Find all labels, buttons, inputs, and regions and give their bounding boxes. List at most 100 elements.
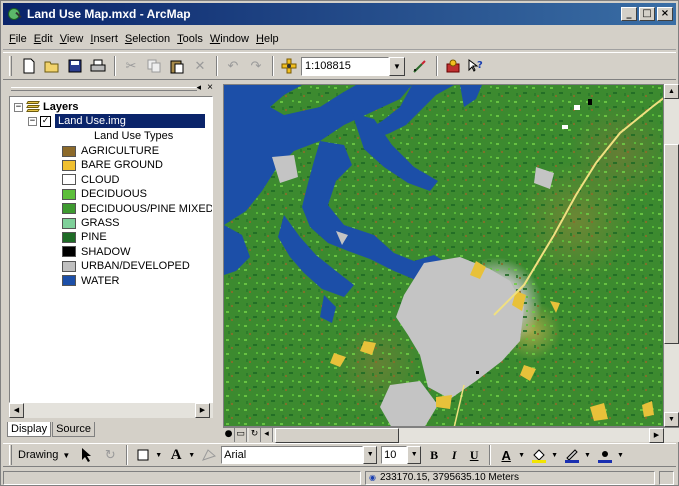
map-horizontal-scrollbar[interactable]: ● ▭ ↻ ◂ ▶ [223,427,679,443]
undo-icon[interactable]: ↶ [222,55,244,77]
resize-grip[interactable] [659,471,674,485]
menu-selection[interactable]: Selection [125,33,170,45]
legend-item[interactable]: DECIDUOUS/PINE MIXED [62,202,212,216]
map-display[interactable] [223,84,664,427]
menu-tools[interactable]: Tools [177,33,203,45]
toc-title-bar[interactable]: ◂ × [7,82,217,96]
save-icon[interactable] [64,55,86,77]
legend-swatch[interactable] [62,275,76,287]
menu-help[interactable]: Help [256,33,279,45]
menu-window[interactable]: Window [210,33,249,45]
legend-swatch[interactable] [62,159,76,171]
legend-swatch[interactable] [62,203,76,215]
marker-color-dropdown-icon[interactable]: ▼ [617,452,624,459]
scroll-down-icon[interactable]: ▼ [664,412,679,427]
toolbar-grip[interactable] [9,445,12,465]
menu-edit[interactable]: Edit [34,33,53,45]
legend-item[interactable]: AGRICULTURE [62,144,159,158]
whats-this-icon[interactable]: ? [465,55,487,77]
scroll-thumb[interactable] [664,144,679,344]
scroll-right-icon[interactable]: ▶ [195,403,210,418]
font-size-input[interactable]: 10 [381,446,408,464]
new-icon[interactable] [18,55,40,77]
legend-swatch[interactable] [62,217,76,229]
menu-insert[interactable]: Insert [90,33,118,45]
refresh-view-icon[interactable]: ↻ [249,428,261,442]
map-vertical-scrollbar[interactable]: ▲ ▼ [664,84,679,427]
redo-icon[interactable]: ↷ [245,55,267,77]
marker-color-icon[interactable] [594,444,616,466]
copy-icon[interactable] [143,55,165,77]
tab-display[interactable]: Display [7,422,52,437]
fill-color-dropdown-icon[interactable]: ▼ [551,452,558,459]
layer-name[interactable]: Land Use.img [55,114,205,128]
delete-icon[interactable]: ✕ [189,55,211,77]
line-color-icon[interactable] [561,444,583,466]
layer-visibility-checkbox[interactable]: ✓ [40,115,51,127]
legend-swatch[interactable] [62,174,76,186]
minimize-button[interactable]: _ [621,7,637,21]
rotate-icon[interactable]: ↻ [99,444,121,466]
font-size-dropdown-icon[interactable]: ▼ [407,446,422,464]
text-tool-icon[interactable]: A [165,444,187,466]
legend-item[interactable]: SHADOW [62,245,131,259]
underline-button[interactable]: U [465,445,483,465]
font-name-dropdown-icon[interactable]: ▼ [363,446,378,464]
legend-swatch[interactable] [62,231,76,243]
edit-vertices-icon[interactable] [198,444,220,466]
scroll-up-icon[interactable]: ▲ [664,84,679,99]
legend-item[interactable]: DECIDUOUS [62,187,147,201]
collapse-icon[interactable]: − [28,116,37,126]
font-color-icon[interactable]: A [495,444,517,466]
legend-item[interactable]: URBAN/DEVELOPED [62,259,190,273]
legend-item[interactable]: PINE [62,230,107,244]
rectangle-icon[interactable] [132,444,154,466]
paste-icon[interactable] [166,55,188,77]
editor-icon[interactable] [409,55,431,77]
add-data-icon[interactable] [278,55,300,77]
legend-item[interactable]: WATER [62,274,120,288]
maximize-button[interactable]: □ [639,7,655,21]
legend-swatch[interactable] [62,188,76,200]
toc-autohide-icon[interactable]: ◂ [196,82,201,93]
map-scale-input[interactable]: 1:108815 [301,56,389,76]
menu-view[interactable]: View [60,33,84,45]
scale-dropdown-icon[interactable]: ▼ [389,56,405,76]
text-dropdown-icon[interactable]: ▼ [188,452,195,459]
pause-draw-icon[interactable]: ◂ [261,428,273,442]
layout-view-icon[interactable]: ▭ [235,428,247,442]
cut-icon[interactable]: ✂ [120,55,142,77]
bold-button[interactable]: B [425,445,443,465]
line-color-dropdown-icon[interactable]: ▼ [584,452,591,459]
legend-swatch[interactable] [62,246,76,258]
arctoolbox-icon[interactable] [442,55,464,77]
legend-swatch[interactable] [62,260,76,272]
font-color-dropdown-icon[interactable]: ▼ [518,452,525,459]
toolbar-grip[interactable] [9,56,12,76]
title-bar[interactable]: Land Use Map.mxd - ArcMap _ □ × [3,3,676,25]
legend-item[interactable]: CLOUD [62,173,120,187]
legend-swatch[interactable] [62,145,76,157]
fill-color-icon[interactable] [528,444,550,466]
collapse-icon[interactable]: − [14,102,23,112]
font-name-input[interactable]: Arial [221,446,364,464]
open-icon[interactable] [41,55,63,77]
legend-item[interactable]: BARE GROUND [62,158,163,172]
rectangle-dropdown-icon[interactable]: ▼ [155,452,162,459]
toc-close-icon[interactable]: × [207,82,213,93]
scroll-left-icon[interactable]: ◀ [9,403,24,418]
close-button[interactable]: × [657,7,673,21]
menu-file[interactable]: File [9,33,27,45]
select-elements-icon[interactable] [76,444,98,466]
layers-node[interactable]: − Layers [14,100,78,114]
layer-node-land-use[interactable]: − ✓ Land Use.img [28,114,205,128]
toc-horizontal-scrollbar[interactable]: ◀ ▶ [9,403,213,418]
legend-item[interactable]: GRASS [62,216,120,230]
scroll-right-icon[interactable]: ▶ [649,428,664,443]
print-icon[interactable] [87,55,109,77]
tab-source[interactable]: Source [52,422,95,437]
drawing-menu-arrow-icon[interactable]: ▼ [62,451,70,460]
italic-button[interactable]: I [445,445,463,465]
data-view-icon[interactable]: ● [223,428,235,442]
drawing-menu[interactable]: Drawing [18,449,58,461]
